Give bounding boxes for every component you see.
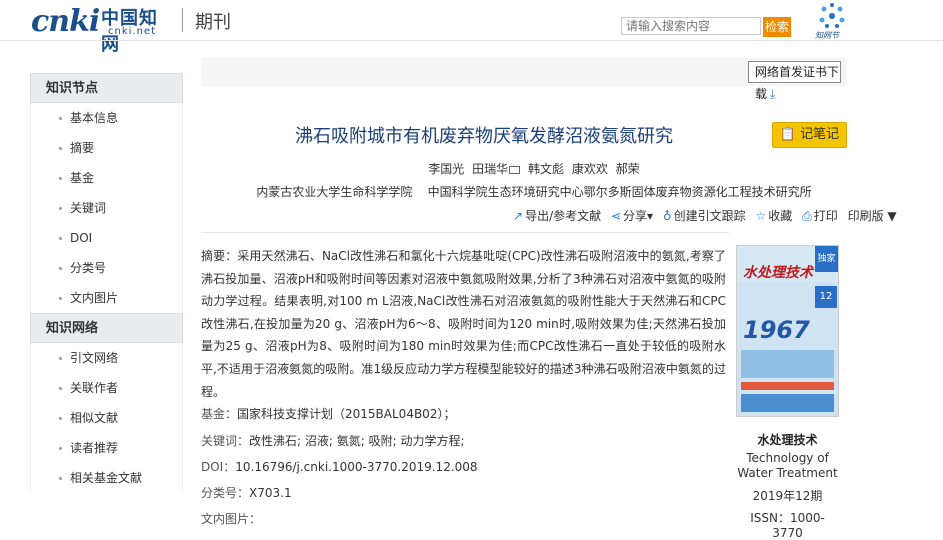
cover-issue-number: 12 <box>815 286 837 308</box>
export-icon: ↗ <box>513 209 524 223</box>
cover-strip <box>741 382 834 390</box>
print-icon: ⎙ <box>802 209 812 223</box>
cnki-logo[interactable]: cnki 中国知网 cnki.net <box>31 2 171 55</box>
citation-track-button[interactable]: ♁ 创建引文跟踪 <box>663 209 746 223</box>
sidebar-item-abstract[interactable]: 摘要 <box>30 133 183 163</box>
share-icon: ⋖ <box>610 209 621 223</box>
cover-badge: 独家 <box>815 246 838 272</box>
download-arrow-icon: ⤓ <box>770 87 776 101</box>
author-link[interactable]: 田瑞华 <box>472 162 521 176</box>
cover-photo-band <box>741 350 834 378</box>
section-title[interactable]: 期刊 <box>195 8 231 34</box>
header-divider <box>182 8 183 32</box>
journal-cover-image[interactable]: 水处理技术 独家 12 1967 <box>736 245 839 417</box>
journal-issue: 2019年12期 <box>752 489 823 503</box>
sidebar-section-title-knowledge-nodes: 知识节点 <box>30 73 183 103</box>
site-header: cnki 中国知网 cnki.net 期刊 检索 知网节 <box>0 0 943 55</box>
fund-link[interactable]: 国家科技支撑计划（2015BAL04B02）； <box>237 407 455 421</box>
logo-url-text: cnki.net <box>108 26 156 37</box>
journal-issn: ISSN：1000-3770 <box>750 511 825 540</box>
author-link[interactable]: 李国光 <box>428 162 464 176</box>
author-link[interactable]: 郝荣 <box>616 162 640 176</box>
keywords-label: 关键词： <box>201 434 250 448</box>
sidebar-item-citation-network[interactable]: 引文网络 <box>30 343 183 373</box>
doi-row: DOI：10.16796/j.cnki.1000-3770.2019.12.00… <box>201 458 478 475</box>
sidebar-item-reader-recommendations[interactable]: 读者推荐 <box>30 433 183 463</box>
class-value: X703.1 <box>249 486 292 500</box>
abstract-block: 摘要：采用天然沸石、NaCl改性沸石和氯化十六烷基吡啶(CPC)改性沸石吸附沼液… <box>201 245 726 403</box>
abstract-label: 摘要： <box>201 249 238 263</box>
sidebar-item-similar-papers[interactable]: 相似文献 <box>30 403 183 433</box>
sidebar: 知识节点 基本信息 摘要 基金 关键词 DOI 分类号 文内图片 知识网络 引文… <box>30 73 183 493</box>
sidebar-item-keywords[interactable]: 关键词 <box>30 193 183 223</box>
note-icon: 📋 <box>779 127 797 142</box>
sidebar-item-fund[interactable]: 基金 <box>30 163 183 193</box>
export-button[interactable]: ↗ 导出/参考文献 <box>513 209 601 223</box>
journal-name-link[interactable]: 水处理技术 <box>736 431 839 448</box>
online-cert-download-button[interactable]: 网络首发证书下 <box>748 61 841 83</box>
author-list: 李国光 田瑞华 韩文彪 康欢欢 郝荣 <box>201 160 867 177</box>
cover-journal-name: 水处理技术 <box>743 265 813 281</box>
keywords-row: 关键词：改性沸石; 沼液; 氨氮; 吸附; 动力学方程; <box>201 432 465 449</box>
affiliation-link[interactable]: 中国科学院生态环境研究中心鄂尔多斯固体废弃物资源化工程技术研究所 <box>428 185 812 199</box>
sidebar-item-figures[interactable]: 文内图片 <box>30 283 183 313</box>
logo-text: cnki <box>31 4 100 39</box>
star-icon: ☆ <box>755 209 767 223</box>
sidebar-item-related-fund-papers[interactable]: 相关基金文献 <box>30 463 183 493</box>
class-row: 分类号：X703.1 <box>201 484 292 501</box>
favorite-button[interactable]: ☆ 收藏 <box>756 209 793 223</box>
search-input[interactable] <box>621 17 761 35</box>
sidebar-item-basic-info[interactable]: 基本信息 <box>30 103 183 133</box>
cert-download-link[interactable]: 载 ⤓ <box>755 85 775 102</box>
doi-value: 10.16796/j.cnki.1000-3770.2019.12.008 <box>235 460 478 474</box>
keywords-links[interactable]: 改性沸石; 沼液; 氨氮; 吸附; 动力学方程; <box>249 434 464 448</box>
cover-year: 1967 <box>743 316 810 344</box>
search-button[interactable]: 检索 <box>763 17 791 37</box>
figures-row: 文内图片： <box>201 510 261 527</box>
mail-icon <box>509 165 521 174</box>
affiliation-list: 内蒙古农业大学生命科学学院 中国科学院生态环境研究中心鄂尔多斯固体废弃物资源化工… <box>201 183 867 200</box>
content-divider <box>201 232 729 233</box>
author-link[interactable]: 韩文彪 <box>528 162 564 176</box>
journal-name-en: Technology of Water Treatment <box>737 451 838 480</box>
fund-row: 基金：国家科技支撑计划（2015BAL04B02）； <box>201 405 455 422</box>
note-button-label: 记笔记 <box>800 127 840 142</box>
class-label: 分类号： <box>201 486 250 500</box>
sidebar-item-classification[interactable]: 分类号 <box>30 253 183 283</box>
citation-track-icon: ♁ <box>662 209 672 223</box>
affiliation-link[interactable]: 内蒙古农业大学生命科学学院 <box>256 185 412 199</box>
header-divider-line <box>0 40 943 41</box>
fund-label: 基金： <box>201 407 238 421</box>
print-button[interactable]: ⎙ 打印 <box>802 209 838 223</box>
figures-label: 文内图片： <box>201 512 262 526</box>
article-title: 沸石吸附城市有机废弃物厌氧发酵沼液氨氮研究 <box>295 126 673 147</box>
share-button[interactable]: ⋖ 分享▾ <box>611 209 653 223</box>
abstract-text: 采用天然沸石、NaCl改性沸石和氯化十六烷基吡啶(CPC)改性沸石吸附沼液中的氨… <box>201 249 726 399</box>
cert-download-label: 载 <box>755 87 768 101</box>
sidebar-item-related-authors[interactable]: 关联作者 <box>30 373 183 403</box>
sidebar-item-doi[interactable]: DOI <box>30 223 183 253</box>
sidebar-section-title-knowledge-network: 知识网络 <box>30 313 183 343</box>
take-note-button[interactable]: 📋 记笔记 <box>772 122 847 148</box>
article-actions: ↗ 导出/参考文献 ⋖ 分享▾ ♁ 创建引文跟踪 ☆ 收藏 ⎙ 打印 印刷版 ▼ <box>513 207 903 224</box>
doi-label: DOI： <box>201 460 236 474</box>
author-link[interactable]: 康欢欢 <box>572 162 608 176</box>
print-edition-dropdown[interactable]: 印刷版 ▼ <box>848 209 897 223</box>
cover-bottom <box>741 394 834 412</box>
